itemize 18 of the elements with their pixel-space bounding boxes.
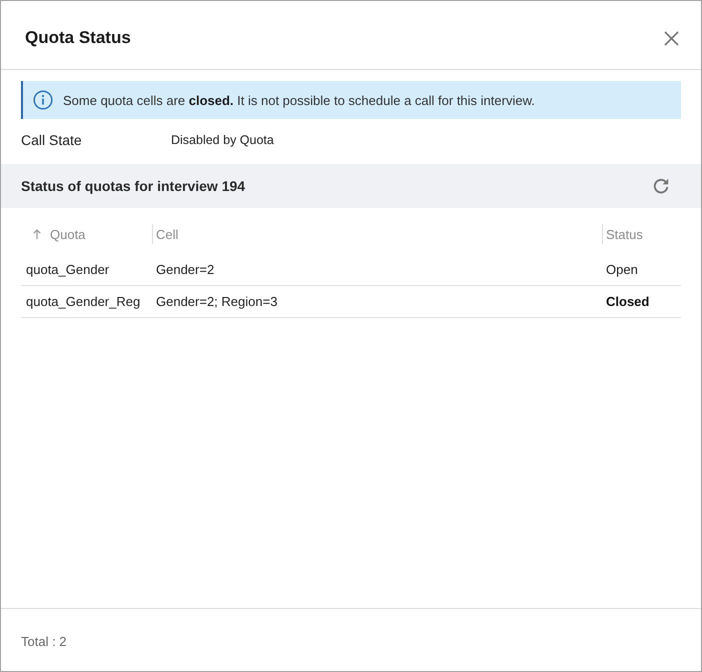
status-cell-text: Closed: [605, 294, 650, 309]
section-title: Status of quotas for interview 194: [21, 178, 246, 194]
column-header[interactable]: Quota: [21, 224, 152, 244]
total-count: Total : 2: [21, 634, 67, 648]
refresh-icon[interactable]: [652, 177, 670, 195]
table-cell-text: Gender=2; Region=3: [155, 294, 278, 309]
status-cell-text: Open: [605, 262, 639, 277]
banner-message: Some quota cells are closed. It is not possible to schedule a call for this interview.: [63, 92, 535, 108]
dialog-title: Quota Status: [25, 28, 131, 48]
column-header[interactable]: Cell: [152, 224, 602, 244]
call-state-value: Disabled by Quota: [171, 133, 274, 147]
table-cell-text: quota_Gender_Reg: [25, 294, 142, 309]
table-cell-text: quota_Gender: [25, 262, 110, 277]
column-header[interactable]: Status: [602, 224, 681, 244]
call-state-label: Call State: [21, 132, 83, 148]
table-cell-text: Gender=2: [155, 262, 216, 277]
close-icon[interactable]: [664, 30, 679, 46]
info-icon: [33, 90, 53, 110]
